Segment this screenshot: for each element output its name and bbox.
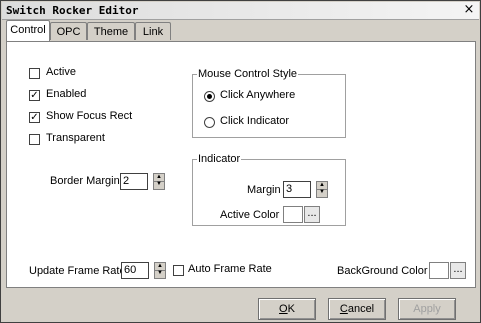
active-checkbox[interactable] bbox=[29, 68, 40, 79]
title-bar[interactable]: Switch Rocker Editor × bbox=[2, 2, 479, 20]
control-tab-panel: Active ✓ Enabled ✓ Show Focus Rect Trans… bbox=[6, 41, 476, 288]
click-anywhere-radio[interactable] bbox=[204, 91, 215, 102]
border-margin-field[interactable]: 2 bbox=[120, 173, 148, 190]
auto-frame-rate-label[interactable]: Auto Frame Rate bbox=[188, 263, 272, 275]
active-color-browse-button[interactable]: ... bbox=[304, 206, 320, 223]
auto-frame-rate-checkbox[interactable] bbox=[173, 265, 184, 276]
border-margin-label: Border Margin bbox=[50, 175, 120, 187]
window-title: Switch Rocker Editor bbox=[6, 4, 139, 17]
click-anywhere-label[interactable]: Click Anywhere bbox=[220, 89, 295, 101]
indicator-margin-label: Margin bbox=[247, 184, 281, 196]
show-focus-rect-label[interactable]: Show Focus Rect bbox=[46, 110, 132, 122]
switch-rocker-editor-window: Switch Rocker Editor × Control OPC Theme… bbox=[0, 0, 481, 323]
mouse-control-style-label: Mouse Control Style bbox=[197, 68, 299, 80]
click-indicator-radio[interactable] bbox=[204, 117, 215, 128]
active-color-swatch[interactable] bbox=[283, 206, 303, 223]
update-frame-rate-field[interactable]: 60 bbox=[121, 262, 149, 279]
background-color-swatch[interactable] bbox=[429, 262, 449, 279]
close-icon[interactable]: × bbox=[462, 3, 476, 17]
spin-down-icon[interactable]: ▼ bbox=[154, 181, 164, 188]
active-color-label: Active Color bbox=[220, 209, 280, 221]
enabled-checkbox[interactable]: ✓ bbox=[29, 90, 40, 101]
mouse-control-style-group: Mouse Control Style bbox=[192, 68, 346, 138]
apply-button[interactable]: Apply bbox=[398, 298, 456, 320]
show-focus-rect-checkbox[interactable]: ✓ bbox=[29, 112, 40, 123]
tab-control[interactable]: Control bbox=[6, 20, 50, 41]
transparent-checkbox[interactable] bbox=[29, 134, 40, 145]
tab-theme[interactable]: Theme bbox=[87, 22, 135, 40]
indicator-group-label: Indicator bbox=[197, 153, 242, 165]
tab-opc[interactable]: OPC bbox=[50, 22, 87, 40]
check-icon: ✓ bbox=[30, 112, 39, 123]
border-margin-spinner[interactable]: ▲ ▼ bbox=[153, 173, 165, 190]
ok-button[interactable]: OK bbox=[258, 298, 316, 320]
background-color-browse-button[interactable]: ... bbox=[450, 262, 466, 279]
spin-down-icon[interactable]: ▼ bbox=[155, 270, 165, 277]
enabled-label[interactable]: Enabled bbox=[46, 88, 86, 100]
indicator-margin-field[interactable]: 3 bbox=[283, 181, 311, 198]
indicator-margin-spinner[interactable]: ▲ ▼ bbox=[316, 181, 328, 198]
update-frame-rate-spinner[interactable]: ▲ ▼ bbox=[154, 262, 166, 279]
update-frame-rate-label: Update Frame Rate bbox=[29, 265, 126, 277]
active-label[interactable]: Active bbox=[46, 66, 76, 78]
tab-link[interactable]: Link bbox=[135, 22, 171, 40]
transparent-label[interactable]: Transparent bbox=[46, 132, 105, 144]
check-icon: ✓ bbox=[30, 90, 39, 101]
radio-selected-dot bbox=[207, 94, 212, 99]
cancel-button[interactable]: Cancel bbox=[328, 298, 386, 320]
background-color-label: BackGround Color bbox=[337, 265, 428, 277]
spin-down-icon[interactable]: ▼ bbox=[317, 189, 327, 196]
click-indicator-label[interactable]: Click Indicator bbox=[220, 115, 289, 127]
